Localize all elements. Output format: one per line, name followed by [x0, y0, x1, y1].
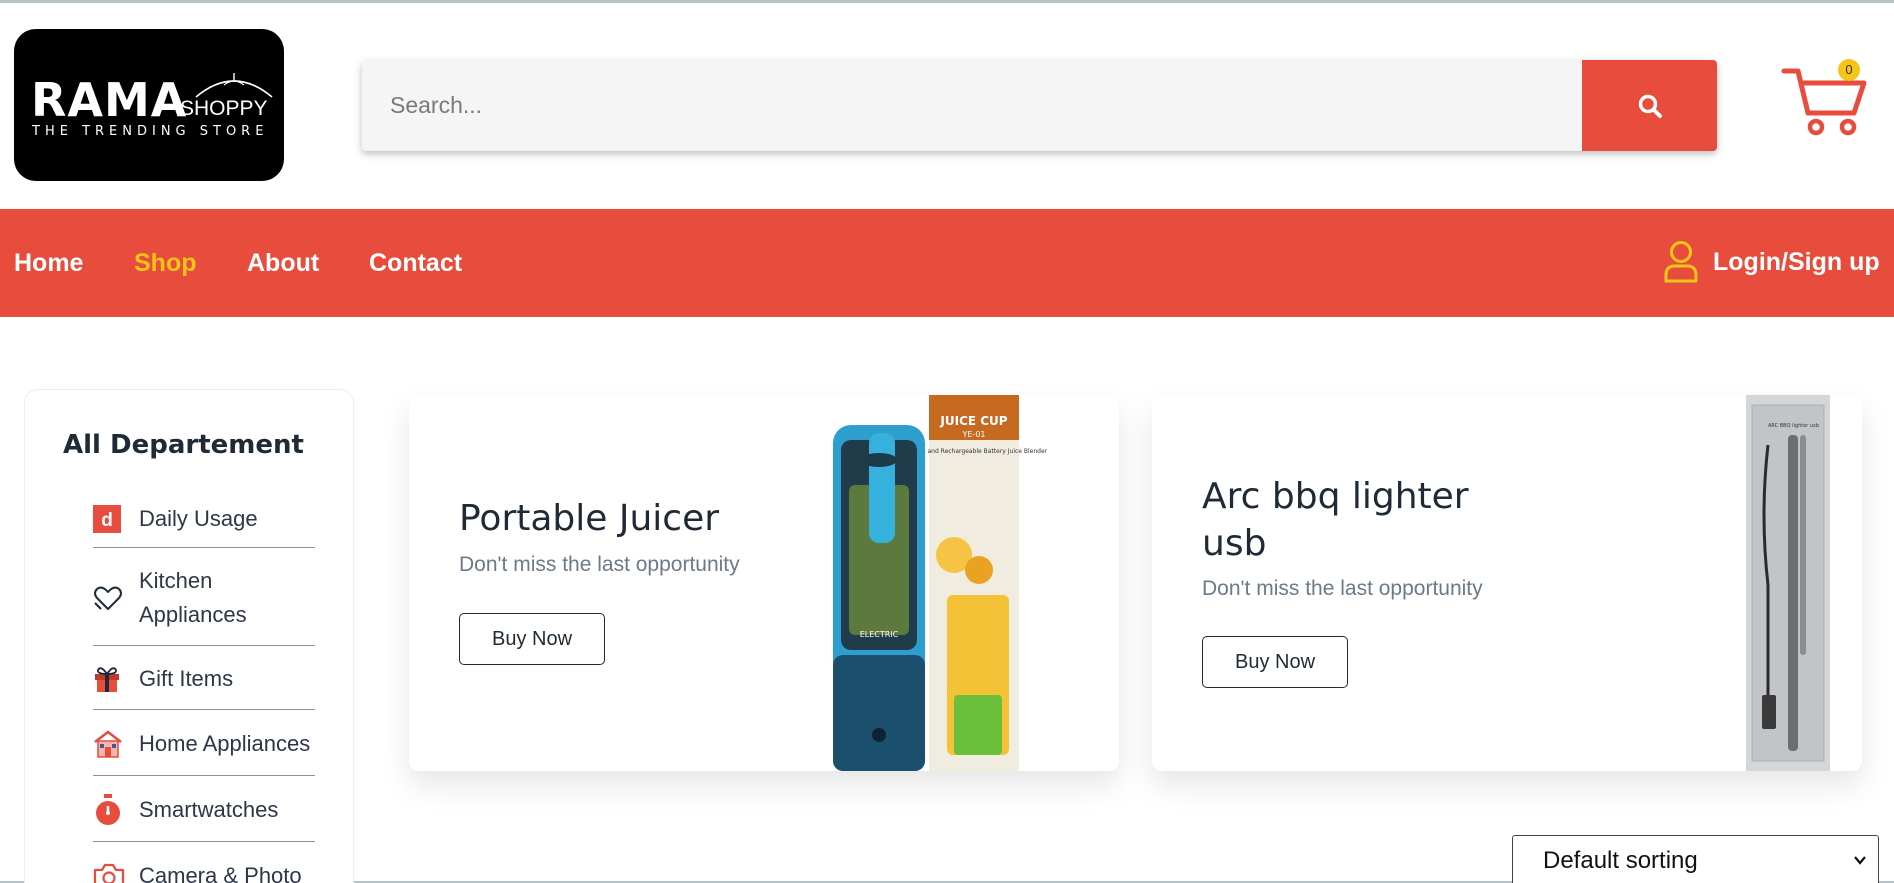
svg-text:d: d: [101, 510, 113, 531]
box-brand-text: JUICE CUP: [939, 414, 1007, 428]
search-icon: [1638, 94, 1662, 118]
sidebar-item-smartwatches[interactable]: Smartwatches: [93, 778, 315, 842]
sidebar-item-gift-items[interactable]: Gift Items: [93, 648, 315, 710]
stopwatch-icon: [93, 793, 139, 826]
buy-now-button[interactable]: Buy Now: [1202, 636, 1348, 688]
sidebar-item-label: Camera & Photo: [139, 863, 302, 883]
sidebar-item-home-appliances[interactable]: Home Appliances: [93, 712, 315, 776]
sort-select[interactable]: Default sorting: [1512, 835, 1879, 883]
nav-about[interactable]: About: [247, 249, 319, 278]
chevron-down-icon: [1854, 856, 1866, 865]
sidebar-item-kitchen-appliances[interactable]: Kitchen Appliances: [93, 550, 315, 646]
sidebar-title: All Departement: [63, 430, 304, 460]
sidebar-item-daily-usage[interactable]: d Daily Usage: [93, 490, 315, 548]
nav-home[interactable]: Home: [14, 249, 83, 278]
arc-bbq-lighter-product-image: ARC BBQ lighter usb: [1746, 395, 1830, 771]
cart-count-badge: 0: [1838, 59, 1860, 81]
gift-icon: [93, 665, 139, 693]
banner-title: Arc bbq lighter usb: [1202, 476, 1469, 564]
login-label: Login/Sign up: [1713, 247, 1880, 276]
sidebar-item-label: Kitchen Appliances: [139, 567, 247, 627]
sidebar-item-camera-photo[interactable]: Camera & Photo: [93, 844, 315, 883]
heart-hand-icon: [93, 583, 139, 613]
logo-brand-sub: SHOPPY: [180, 97, 268, 120]
bottle-label-text: ELECTRIC: [860, 630, 899, 639]
house-icon: [93, 729, 139, 759]
sidebar-item-label: Home Appliances: [139, 730, 311, 756]
box-model-text: YE-01: [961, 430, 985, 439]
promo-banner-arc-bbq-lighter: Arc bbq lighter usb Don't miss the last …: [1152, 395, 1862, 771]
page: RAMA SHOPPY THE TRENDING STORE 0 Home Sh…: [0, 0, 1894, 883]
daily-usage-icon: d: [93, 504, 139, 533]
department-sidebar: All Departement d Daily Usage Kitchen Ap…: [24, 389, 354, 883]
banner-title: Portable Juicer: [459, 498, 720, 539]
user-icon: [1664, 241, 1698, 283]
promo-banner-portable-juicer: Portable Juicer Don't miss the last oppo…: [409, 395, 1119, 771]
sidebar-item-label: Smartwatches: [139, 796, 279, 822]
search-input[interactable]: [390, 78, 1590, 133]
logo-arc-icon: [195, 73, 273, 98]
search-button[interactable]: [1582, 60, 1717, 151]
banner-subtitle: Don't miss the last opportunity: [459, 553, 740, 576]
buy-now-button[interactable]: Buy Now: [459, 613, 605, 665]
store-logo[interactable]: RAMA SHOPPY THE TRENDING STORE: [14, 29, 284, 181]
portable-juicer-product-image: JUICE CUP YE-01 Portable and Rechargeabl…: [833, 395, 1048, 771]
banner-subtitle: Don't miss the last opportunity: [1202, 577, 1483, 600]
search-bar: [362, 60, 1717, 151]
sidebar-item-label: Daily Usage: [139, 505, 258, 531]
sort-selected-value: Default sorting: [1543, 847, 1698, 874]
camera-icon: [93, 862, 139, 883]
logo-brand-main: RAMA: [31, 73, 188, 127]
login-signup-link[interactable]: Login/Sign up: [1663, 237, 1880, 287]
sidebar-item-label: Gift Items: [139, 665, 234, 691]
nav-contact[interactable]: Contact: [369, 249, 462, 278]
logo-tagline: THE TRENDING STORE: [32, 124, 269, 139]
nav-shop[interactable]: Shop: [134, 249, 197, 278]
pack-label-text: ARC BBQ lighter usb: [1768, 423, 1819, 429]
main-nav: Home Shop About Contact Login/Sign up: [0, 209, 1894, 317]
